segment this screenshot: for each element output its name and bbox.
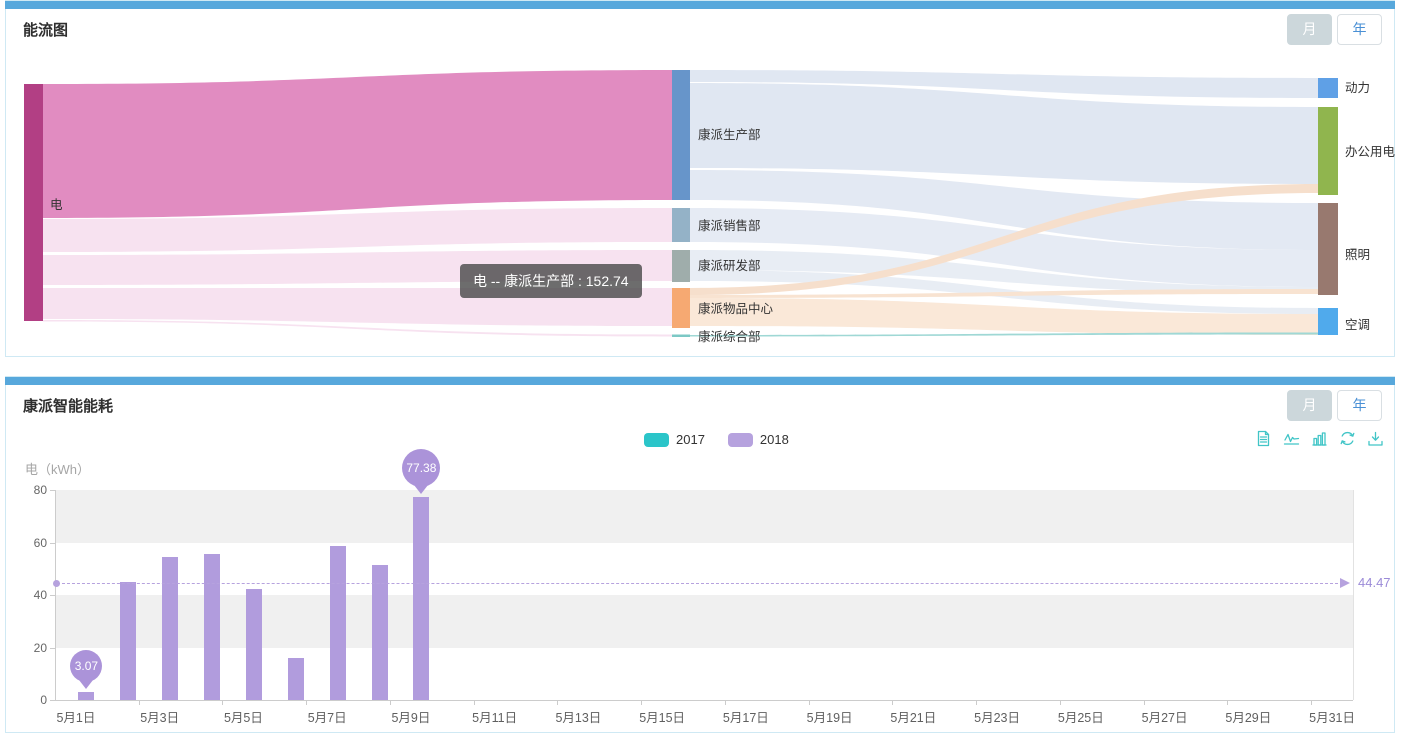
sankey-label-dongli: 动力 <box>1345 81 1370 95</box>
legend-item-2017[interactable]: 2017 <box>644 432 721 447</box>
legend-label-2017: 2017 <box>676 432 705 447</box>
line-chart-icon[interactable] <box>1283 430 1300 447</box>
sankey-label-shengchanbu: 康派生产部 <box>698 127 761 142</box>
sankey-link-dian-shengchanbu[interactable] <box>43 70 672 218</box>
legend-swatch-2017 <box>644 433 669 447</box>
y-axis-name: 电（kWh） <box>25 459 90 478</box>
sankey-node-bangongyongdian[interactable] <box>1318 107 1338 195</box>
sankey-node-yanfabu[interactable] <box>672 250 690 282</box>
bar-2018[interactable] <box>204 554 220 700</box>
sankey-node-dian[interactable] <box>24 84 43 321</box>
sankey-link-shengchanbu-bangongyongdian[interactable] <box>690 83 1318 184</box>
energy-consumption-title: 康派智能能耗 <box>23 395 113 416</box>
bar-2018[interactable] <box>246 589 262 700</box>
sankey-node-shengchanbu[interactable] <box>672 70 690 200</box>
period-toggle: 月 年 <box>1287 390 1382 421</box>
bar-2018[interactable] <box>288 658 304 700</box>
sankey-label-zonghebu: 康派综合部 <box>698 329 761 344</box>
legend-swatch-2018 <box>728 433 753 447</box>
sankey-node-wupinzhongxin[interactable] <box>672 288 690 328</box>
data-view-icon[interactable] <box>1255 430 1272 447</box>
sankey-node-zhaoming[interactable] <box>1318 203 1338 295</box>
bar-2018[interactable] <box>413 497 429 700</box>
sankey-label-xiaoshoubu: 康派销售部 <box>698 218 761 233</box>
year-toggle-button[interactable]: 年 <box>1337 390 1382 421</box>
chart-legend: 2017 2018 <box>644 432 805 447</box>
bar-2018[interactable] <box>330 546 346 700</box>
bar-2018[interactable] <box>162 557 178 700</box>
sankey-link-zonghebu-kongtiao[interactable] <box>690 333 1318 337</box>
bar-chart-icon[interactable] <box>1311 430 1328 447</box>
sankey-label-bangongyongdian: 办公用电 <box>1345 144 1396 159</box>
sankey-node-kongtiao[interactable] <box>1318 308 1338 335</box>
sankey-diagram: 电 康派生产部 康派销售部 康派研发部 康派物品中心 康派综合部 动力 办公用电… <box>0 0 1402 360</box>
sankey-label-wupinzhongxin: 康派物品中心 <box>698 301 774 316</box>
sankey-node-xiaoshoubu[interactable] <box>672 208 690 242</box>
month-toggle-button[interactable]: 月 <box>1287 390 1332 421</box>
chart-toolbox <box>1255 430 1384 447</box>
sankey-node-dongli[interactable] <box>1318 78 1338 98</box>
bar-2018[interactable] <box>372 565 388 700</box>
legend-label-2018: 2018 <box>760 432 789 447</box>
bar-2018[interactable] <box>120 582 136 700</box>
bar-2018[interactable] <box>78 692 94 700</box>
download-icon[interactable] <box>1367 430 1384 447</box>
sankey-label-dian: 电 <box>50 198 63 212</box>
sankey-label-kongtiao: 空调 <box>1345 318 1370 332</box>
sankey-node-zonghebu[interactable] <box>672 335 690 338</box>
refresh-icon[interactable] <box>1339 430 1356 447</box>
panel-accent-bar <box>5 377 1395 385</box>
sankey-label-zhaoming: 照明 <box>1345 248 1370 262</box>
sankey-label-yanfabu: 康派研发部 <box>698 258 761 273</box>
sankey-link-wupinzhongxin-kongtiao[interactable] <box>690 298 1318 335</box>
sankey-tooltip: 电 -- 康派生产部 : 152.74 <box>460 264 642 298</box>
legend-item-2018[interactable]: 2018 <box>728 432 805 447</box>
